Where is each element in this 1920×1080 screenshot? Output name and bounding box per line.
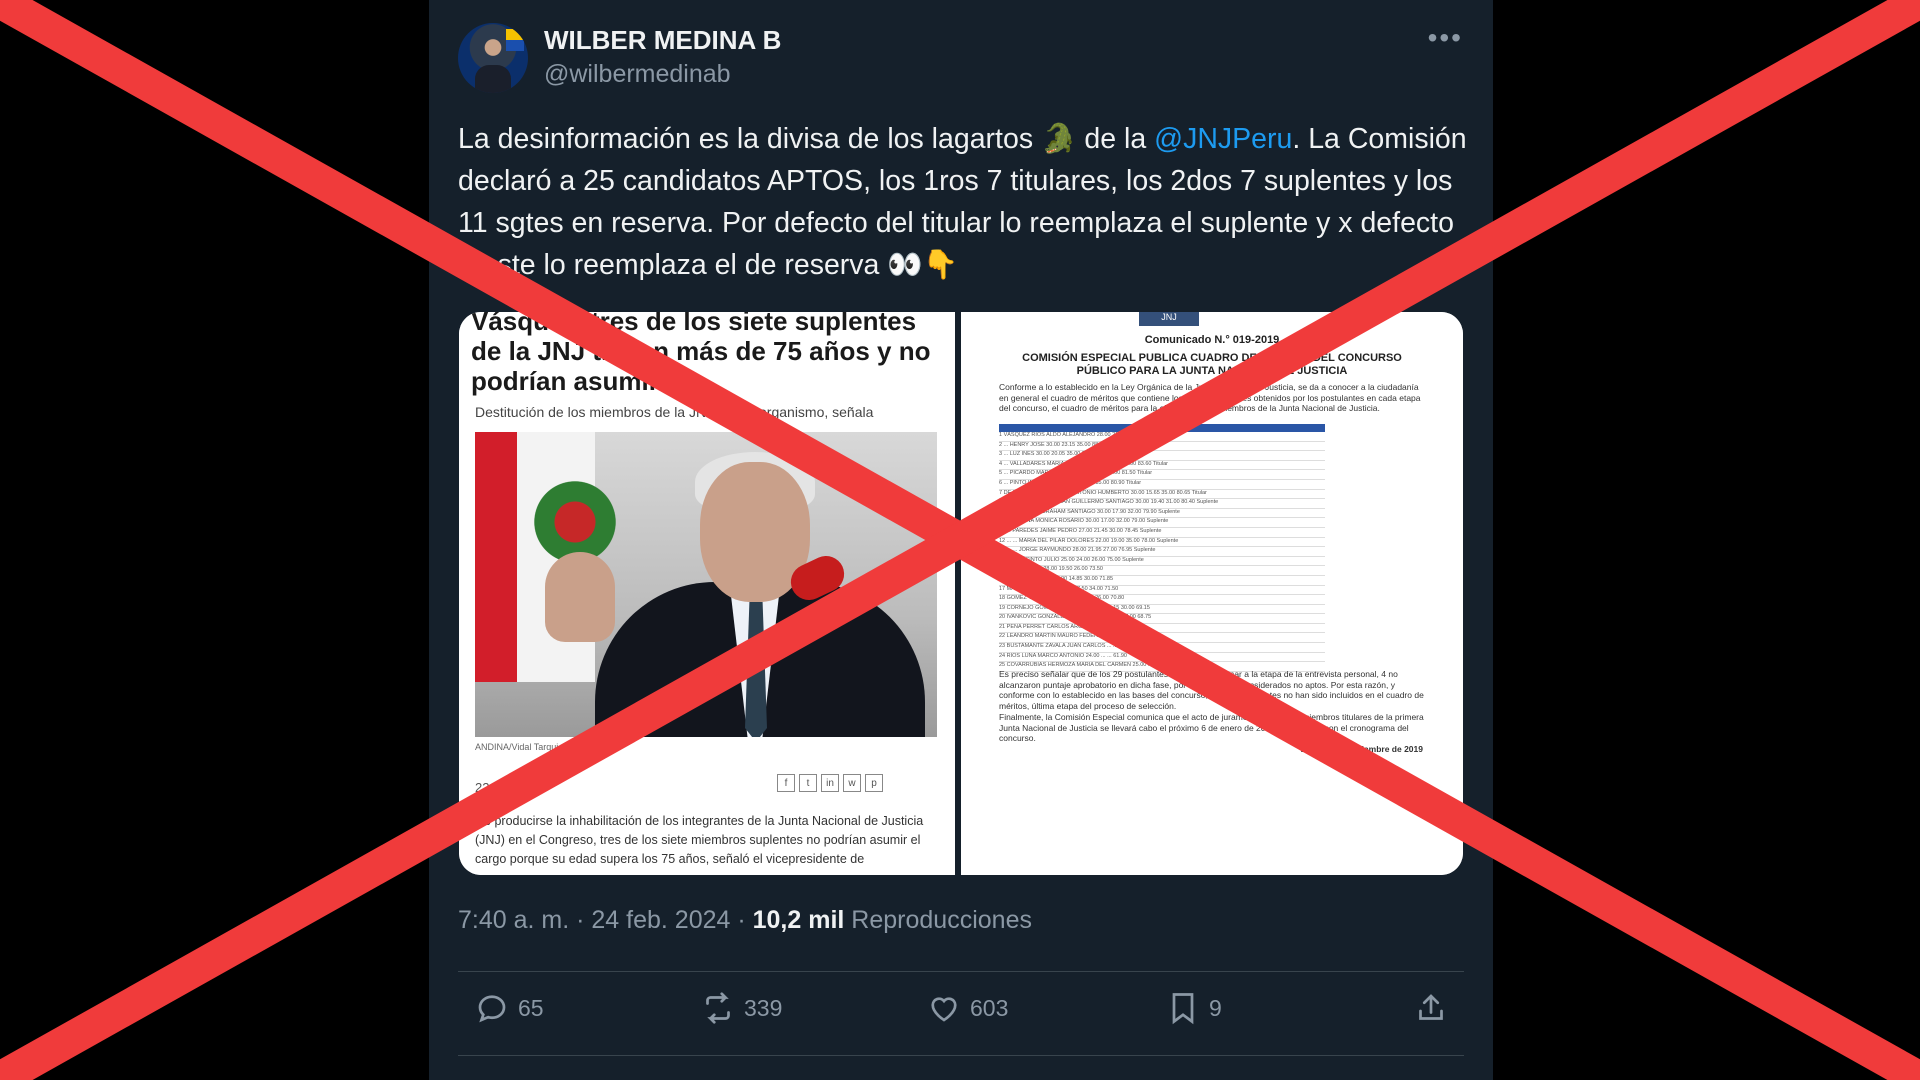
cross-out-mark	[0, 0, 1920, 1080]
